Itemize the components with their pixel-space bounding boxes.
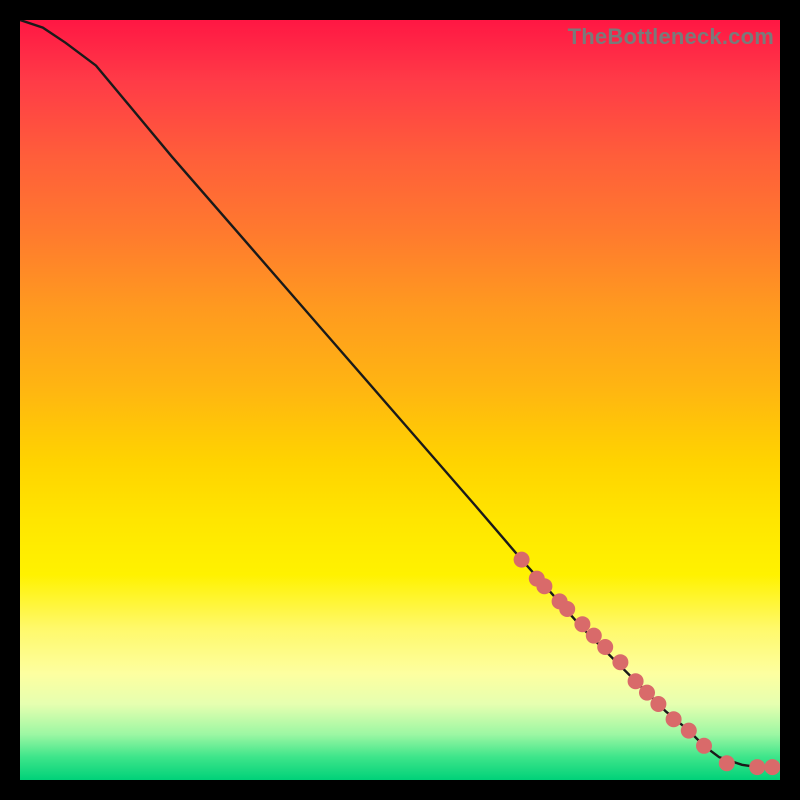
data-marker <box>666 711 682 727</box>
data-marker <box>514 552 530 568</box>
data-marker <box>749 759 765 775</box>
data-marker <box>552 593 568 609</box>
data-marker <box>529 571 545 587</box>
data-marker <box>597 639 613 655</box>
data-marker <box>612 654 628 670</box>
data-marker <box>639 685 655 701</box>
watermark-label: TheBottleneck.com <box>568 24 774 50</box>
data-marker <box>696 738 712 754</box>
data-marker <box>574 616 590 632</box>
bottleneck-curve <box>20 20 780 767</box>
data-marker <box>764 759 780 775</box>
data-marker <box>628 673 644 689</box>
data-marker <box>719 755 735 771</box>
data-marker <box>586 628 602 644</box>
chart-stage: TheBottleneck.com <box>0 0 800 800</box>
data-marker <box>536 578 552 594</box>
data-marker <box>650 696 666 712</box>
marker-group <box>514 552 780 775</box>
data-marker <box>681 723 697 739</box>
chart-overlay <box>20 20 780 780</box>
plot-area: TheBottleneck.com <box>20 20 780 780</box>
data-marker <box>559 601 575 617</box>
